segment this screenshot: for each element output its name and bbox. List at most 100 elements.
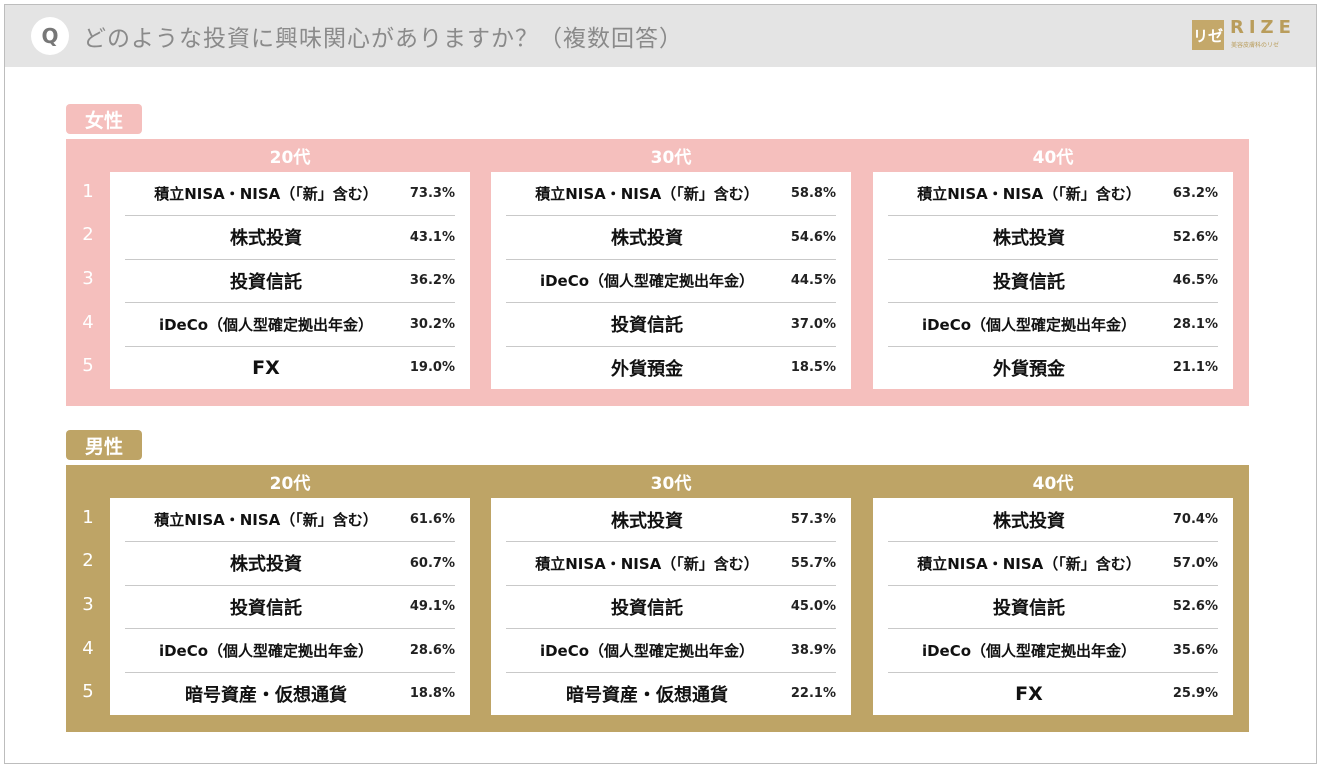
rank-number: 4 [82, 638, 94, 659]
percentage-value: 30.2% [409, 316, 455, 332]
ranking-row: FX 19.0% [125, 346, 455, 389]
investment-item: 積立NISA・NISA（「新」含む） [535, 554, 759, 573]
group-label-male: 男性 [66, 430, 142, 460]
percentage-value: 36.2% [409, 273, 455, 289]
ranking-row: 積立NISA・NISA（「新」含む） 58.8% [506, 172, 836, 216]
group-label-female: 女性 [66, 104, 142, 134]
age-column-header: 20代 [269, 148, 311, 168]
ranking-row: iDeCo（個人型確定拠出年金） 38.9% [506, 629, 836, 673]
investment-item: 暗号資産・仮想通貨 [566, 684, 728, 706]
rank-number: 5 [82, 681, 94, 702]
percentage-value: 57.3% [790, 512, 836, 527]
ranking-row: 投資信託 36.2% [125, 259, 455, 304]
rank-number: 5 [82, 355, 94, 376]
percentage-value: 52.6% [1172, 229, 1218, 245]
percentage-value: 55.7% [790, 555, 836, 571]
percentage-value: 44.5% [790, 273, 836, 289]
investment-item: iDeCo（個人型確定拠出年金） [921, 641, 1137, 660]
ranking-row: 投資信託 46.5% [888, 259, 1218, 304]
percentage-value: 22.1% [790, 686, 836, 702]
ranking-row: 積立NISA・NISA（「新」含む） 63.2% [888, 172, 1218, 216]
investment-item: 投資信託 [230, 271, 302, 293]
investment-item: 積立NISA・NISA（「新」含む） [154, 185, 378, 203]
ranking-row: 積立NISA・NISA（「新」含む） 55.7% [506, 542, 836, 586]
percentage-value: 70.4% [1172, 512, 1218, 527]
investment-item: FX [1015, 682, 1043, 705]
investment-item: 株式投資 [230, 554, 302, 576]
percentage-value: 45.0% [790, 599, 836, 615]
percentage-value: 54.6% [790, 229, 836, 245]
percentage-value: 18.8% [409, 686, 455, 702]
rank-number: 4 [82, 312, 94, 333]
rank-number: 2 [82, 224, 94, 245]
ranking-row: 株式投資 57.3% [506, 498, 836, 542]
percentage-value: 73.3% [409, 186, 455, 201]
logo-text: RIZE [1230, 17, 1296, 38]
rank-number: 2 [82, 550, 94, 571]
percentage-value: 63.2% [1172, 186, 1218, 201]
percentage-value: 28.1% [1172, 316, 1218, 332]
percentage-value: 52.6% [1172, 599, 1218, 615]
investment-item: 投資信託 [993, 597, 1065, 619]
ranking-row: 暗号資産・仮想通貨 22.1% [506, 672, 836, 715]
question-header: Q どのような投資に興味関心がありますか？（複数回答） リゼ RIZE 美容皮膚… [5, 5, 1316, 67]
investment-item: 投資信託 [611, 597, 683, 619]
investment-item: 積立NISA・NISA（「新」含む） [535, 185, 759, 203]
percentage-value: 37.0% [790, 316, 836, 332]
investment-item: 積立NISA・NISA（「新」含む） [917, 185, 1141, 203]
ranking-row: 積立NISA・NISA（「新」含む） 61.6% [125, 498, 455, 542]
age-column-header: 40代 [1032, 148, 1074, 168]
ranking-row: 投資信託 37.0% [506, 303, 836, 347]
percentage-value: 43.1% [409, 229, 455, 245]
q-badge: Q [31, 17, 69, 55]
ranking-panel-female: 1 2 3 4 5 20代積立NISA・NISA（「新」含む） 73.3% 株式投資 43.1%… [66, 139, 1249, 406]
rank-number: 3 [82, 268, 94, 289]
percentage-value: 46.5% [1172, 273, 1218, 289]
ranking-row: iDeCo（個人型確定拠出年金） 35.6% [888, 629, 1218, 673]
investment-item: 株式投資 [230, 228, 302, 250]
percentage-value: 35.6% [1172, 642, 1218, 658]
percentage-value: 57.0% [1172, 555, 1218, 571]
age-column-header: 20代 [269, 474, 311, 494]
percentage-value: 61.6% [409, 512, 455, 527]
ranking-card: 積立NISA・NISA（「新」含む） 58.8% 株式投資 54.6% iDeCo（個人… [491, 172, 851, 389]
ranking-card: 株式投資 70.4% 積立NISA・NISA（「新」含む） 57.0% 投資信託 52.6… [873, 498, 1233, 715]
investment-item: 投資信託 [611, 315, 683, 337]
ranking-row: 外貨預金 21.1% [888, 346, 1218, 389]
ranking-row: iDeCo（個人型確定拠出年金） 30.2% [125, 303, 455, 347]
ranking-row: 積立NISA・NISA（「新」含む） 73.3% [125, 172, 455, 216]
investment-item: FX [252, 356, 280, 379]
logo-mark: リゼ [1192, 20, 1224, 50]
investment-item: iDeCo（個人型確定拠出年金） [158, 315, 374, 334]
rank-number: 1 [82, 181, 94, 202]
percentage-value: 38.9% [790, 642, 836, 658]
investment-item: 株式投資 [993, 228, 1065, 250]
investment-item: iDeCo（個人型確定拠出年金） [539, 641, 755, 660]
investment-item: 株式投資 [611, 228, 683, 250]
rank-number: 1 [82, 507, 94, 528]
ranking-row: 投資信託 52.6% [888, 585, 1218, 630]
investment-item: 外貨預金 [611, 358, 683, 380]
percentage-value: 19.0% [409, 360, 455, 376]
percentage-value: 60.7% [409, 555, 455, 571]
age-column-header: 40代 [1032, 474, 1074, 494]
ranking-row: 株式投資 52.6% [888, 216, 1218, 260]
age-column-header: 30代 [650, 474, 692, 494]
ranking-row: 株式投資 54.6% [506, 216, 836, 260]
investment-item: iDeCo（個人型確定拠出年金） [539, 272, 755, 291]
ranking-row: 暗号資産・仮想通貨 18.8% [125, 672, 455, 715]
ranking-row: 積立NISA・NISA（「新」含む） 57.0% [888, 542, 1218, 586]
investment-item: 暗号資産・仮想通貨 [185, 684, 347, 706]
ranking-card: 株式投資 57.3% 積立NISA・NISA（「新」含む） 55.7% 投資信託 45.0… [491, 498, 851, 715]
ranking-card: 積立NISA・NISA（「新」含む） 63.2% 株式投資 52.6% 投資信託 46.5… [873, 172, 1233, 389]
rank-number: 3 [82, 594, 94, 615]
investment-item: 積立NISA・NISA（「新」含む） [917, 554, 1141, 573]
age-column-header: 30代 [650, 148, 692, 168]
ranking-row: FX 25.9% [888, 672, 1218, 715]
ranking-row: 投資信託 45.0% [506, 585, 836, 630]
logo-subtitle: 美容皮膚科のリゼ [1231, 42, 1280, 49]
investment-item: 株式投資 [611, 510, 683, 532]
brand-logo: リゼ RIZE 美容皮膚科のリゼ [1192, 17, 1302, 53]
investment-item: iDeCo（個人型確定拠出年金） [921, 315, 1137, 334]
percentage-value: 49.1% [409, 599, 455, 615]
